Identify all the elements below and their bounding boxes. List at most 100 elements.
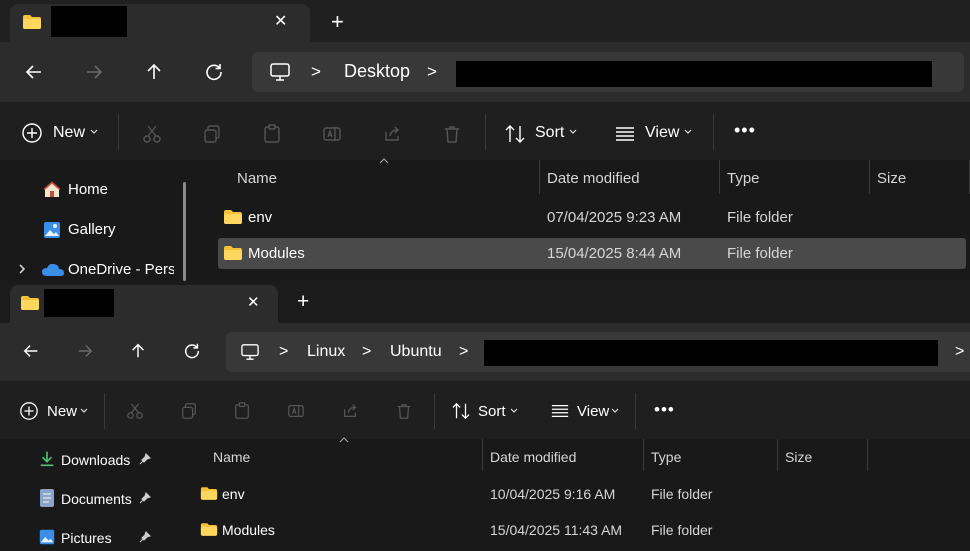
column-divider[interactable] (867, 439, 868, 471)
chevron-down-icon[interactable] (508, 405, 520, 417)
view-button[interactable]: View (645, 124, 679, 142)
column-header-size[interactable]: Size (785, 449, 812, 465)
column-divider[interactable] (777, 439, 778, 471)
sidebar-scrollbar[interactable] (183, 182, 186, 281)
back-arrow-icon[interactable] (20, 340, 42, 362)
column-header-date[interactable]: Date modified (490, 449, 576, 465)
table-row-selected[interactable]: Modules 15/04/2025 8:44 AM File folder (218, 238, 966, 269)
paste-icon[interactable] (260, 122, 284, 146)
delete-icon[interactable] (393, 400, 415, 422)
pin-icon[interactable] (137, 451, 153, 467)
gallery-icon (40, 218, 64, 242)
column-divider[interactable] (539, 160, 540, 194)
toolbar-divider (713, 114, 714, 150)
forward-arrow-icon[interactable] (74, 340, 96, 362)
share-icon[interactable] (339, 400, 361, 422)
rename-icon[interactable] (285, 400, 307, 422)
toolbar-divider (434, 393, 435, 429)
sidebar-item-documents[interactable]: Documents (61, 491, 132, 507)
chevron-down-icon[interactable] (78, 405, 90, 417)
toolbar-divider (485, 114, 486, 150)
column-divider[interactable] (482, 439, 483, 471)
breadcrumb-chevron-icon[interactable]: > (362, 343, 371, 361)
copy-icon[interactable] (178, 400, 200, 422)
file-name: Modules (248, 245, 305, 262)
column-divider[interactable] (719, 160, 720, 194)
file-name: env (248, 209, 273, 226)
forward-arrow-icon[interactable] (82, 60, 106, 84)
tab-desktop[interactable]: ✕ (10, 4, 310, 42)
toolbar-divider (118, 114, 119, 150)
file-type: File folder (727, 245, 793, 262)
breadcrumb-chevron-icon[interactable]: > (459, 343, 468, 361)
folder-icon (222, 244, 244, 262)
this-pc-icon[interactable] (239, 341, 261, 363)
delete-icon[interactable] (440, 122, 464, 146)
breadcrumb-chevron-icon[interactable]: > (427, 62, 437, 82)
new-button[interactable]: New (53, 124, 85, 142)
expand-chevron-icon[interactable] (15, 262, 29, 276)
table-row[interactable]: env 07/04/2025 9:23 AM File folder (218, 202, 966, 232)
column-header-size[interactable]: Size (877, 170, 906, 187)
column-header-date[interactable]: Date modified (547, 170, 640, 187)
navigation-pane: Downloads Documents Pictures (0, 439, 176, 551)
tab-ubuntu[interactable]: ✕ (10, 285, 278, 323)
folder-icon (198, 520, 220, 538)
refresh-icon[interactable] (202, 60, 226, 84)
breadcrumb-linux[interactable]: Linux (307, 343, 345, 361)
up-arrow-icon[interactable] (127, 340, 149, 362)
cut-icon[interactable] (140, 122, 164, 146)
this-pc-icon[interactable] (268, 60, 292, 84)
sidebar-item-downloads[interactable]: Downloads (61, 452, 130, 468)
sidebar-item-gallery[interactable]: Gallery (68, 221, 116, 238)
breadcrumb-overflow-chevron-icon[interactable]: > (955, 343, 964, 361)
home-icon (40, 178, 64, 202)
table-row[interactable]: Modules 15/04/2025 11:43 AM File folder (196, 515, 966, 543)
copy-icon[interactable] (200, 122, 224, 146)
new-button[interactable]: New (47, 403, 77, 420)
chevron-down-icon[interactable] (88, 126, 100, 138)
file-name: Modules (222, 522, 275, 538)
more-options-icon[interactable]: ••• (654, 400, 675, 420)
new-tab-button[interactable]: + (297, 290, 309, 314)
cut-icon[interactable] (124, 400, 146, 422)
up-arrow-icon[interactable] (142, 60, 166, 84)
column-header-name[interactable]: Name (237, 170, 277, 187)
new-plus-icon (18, 400, 40, 422)
address-bar[interactable]: > Desktop > (252, 52, 964, 92)
close-tab-icon[interactable]: ✕ (247, 293, 260, 311)
share-icon[interactable] (380, 122, 404, 146)
navigation-bar: > Desktop > (0, 42, 970, 102)
sort-button[interactable]: Sort (478, 403, 506, 420)
pin-icon[interactable] (137, 529, 153, 545)
new-tab-button[interactable]: + (331, 9, 344, 35)
address-bar[interactable]: > Linux > Ubuntu > > (226, 332, 970, 372)
column-header-name[interactable]: Name (213, 449, 250, 465)
rename-icon[interactable] (320, 122, 344, 146)
close-tab-icon[interactable]: ✕ (274, 11, 287, 31)
sort-button[interactable]: Sort (535, 124, 564, 142)
more-options-icon[interactable]: ••• (734, 120, 756, 141)
chevron-down-icon[interactable] (567, 126, 579, 138)
sidebar-item-onedrive[interactable]: OneDrive - Perso (68, 261, 174, 278)
chevron-down-icon[interactable] (682, 126, 694, 138)
breadcrumb-redacted (456, 61, 932, 87)
sidebar-item-home[interactable]: Home (68, 181, 108, 198)
breadcrumb-desktop[interactable]: Desktop (344, 61, 410, 82)
view-button[interactable]: View (577, 403, 609, 420)
paste-icon[interactable] (231, 400, 253, 422)
chevron-down-icon[interactable] (609, 405, 621, 417)
column-header-type[interactable]: Type (727, 170, 760, 187)
sidebar-item-pictures[interactable]: Pictures (61, 530, 112, 546)
breadcrumb-chevron-icon[interactable]: > (311, 62, 321, 82)
refresh-icon[interactable] (181, 340, 203, 362)
breadcrumb-ubuntu[interactable]: Ubuntu (390, 343, 442, 361)
column-header-type[interactable]: Type (651, 449, 681, 465)
pin-icon[interactable] (137, 490, 153, 506)
table-row[interactable]: env 10/04/2025 9:16 AM File folder (196, 479, 966, 507)
column-divider[interactable] (643, 439, 644, 471)
tab-bar: ✕ + (0, 281, 970, 323)
breadcrumb-chevron-icon[interactable]: > (279, 343, 288, 361)
column-divider[interactable] (869, 160, 870, 194)
back-arrow-icon[interactable] (22, 60, 46, 84)
